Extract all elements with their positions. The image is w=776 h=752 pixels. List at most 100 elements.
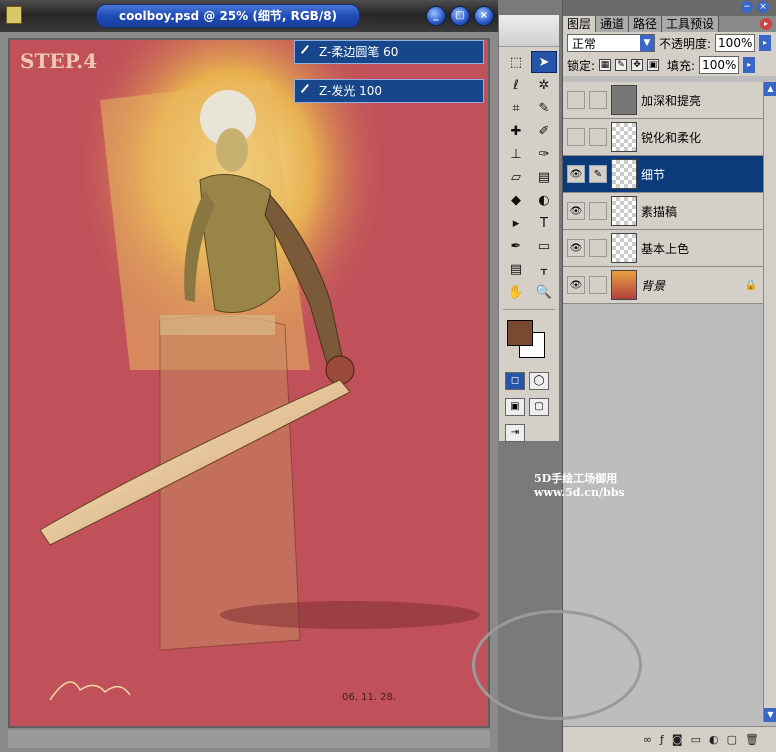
standard-mode-button[interactable]: ◻ xyxy=(505,372,525,390)
eyedropper-icon[interactable]: ᚁ xyxy=(531,258,557,280)
blend-opacity-row: 正常 ▼ 不透明度: 100% ▸ xyxy=(563,32,776,54)
layer-link-icon[interactable] xyxy=(589,239,607,257)
magic-wand-icon[interactable]: ✲ xyxy=(531,74,557,96)
document-statusbar xyxy=(8,730,490,748)
layer-thumbnail xyxy=(611,85,637,115)
layer-row[interactable]: 👁 基本上色 xyxy=(563,230,763,267)
pen-icon[interactable]: ✒ xyxy=(503,235,529,257)
brush-icon[interactable]: ✐ xyxy=(531,120,557,142)
stamp-icon[interactable]: ⊥ xyxy=(503,143,529,165)
opacity-label: 不透明度: xyxy=(659,36,712,51)
watermark-line1: 5D手绘工场御用 xyxy=(534,472,618,485)
eye-icon[interactable]: 👁 xyxy=(567,239,585,257)
path-select-icon[interactable]: ▸ xyxy=(503,212,529,234)
watermark-line2: www.5d.cn/bbs xyxy=(534,486,625,499)
layer-style-icon[interactable]: ƒ xyxy=(660,733,664,746)
lock-pixels-icon[interactable]: ✎ xyxy=(615,59,628,71)
crop-icon[interactable]: ⌗ xyxy=(503,97,529,119)
notes-icon[interactable]: ▤ xyxy=(503,258,529,280)
opacity-slider-icon[interactable]: ▸ xyxy=(759,35,772,51)
document-title: coolboy.psd @ 25% (细节, RGB/8) xyxy=(96,4,360,28)
move-icon[interactable]: ➤ xyxy=(531,51,557,73)
palette-minimize-icon[interactable]: − xyxy=(741,1,753,13)
eraser-icon[interactable]: ▱ xyxy=(503,166,529,188)
hidden-eye-icon[interactable] xyxy=(567,128,585,146)
adjustment-layer-icon[interactable]: ◐ xyxy=(709,733,719,746)
lock-position-icon[interactable]: ✥ xyxy=(631,59,644,71)
layer-row[interactable]: 👁 背景 🔒 xyxy=(563,267,763,304)
blend-mode-select[interactable]: 正常 ▼ xyxy=(567,34,655,52)
canvas-artwork[interactable]: STEP.4 06. 11. 28. xyxy=(10,40,488,726)
palette-close-icon[interactable]: × xyxy=(757,1,769,13)
type-icon[interactable]: T xyxy=(531,212,557,234)
layer-row[interactable]: 加深和提亮 xyxy=(563,82,763,119)
layer-row[interactable]: 👁 素描稿 xyxy=(563,193,763,230)
layer-thumbnail xyxy=(611,196,637,226)
layer-link-icon[interactable] xyxy=(589,128,607,146)
screen-mode-full-button[interactable]: ▢ xyxy=(529,398,549,416)
tab-layers[interactable]: 图层 xyxy=(563,16,597,32)
layer-link-icon[interactable] xyxy=(589,202,607,220)
quickmask-mode-button[interactable]: ◯ xyxy=(529,372,549,390)
document-titlebar[interactable]: coolboy.psd @ 25% (细节, RGB/8) _ □ × xyxy=(0,0,498,32)
eye-icon[interactable]: 👁 xyxy=(567,276,585,294)
layer-mask-icon[interactable]: ◙ xyxy=(672,733,683,746)
paint-brush-icon[interactable]: ✎ xyxy=(589,165,607,183)
step-caption: STEP.4 xyxy=(20,49,97,73)
slice-icon[interactable]: ✎ xyxy=(531,97,557,119)
dodge-icon[interactable]: ◐ xyxy=(531,189,557,211)
layers-scrollbar[interactable]: ▲ ▼ xyxy=(763,82,776,722)
eye-icon[interactable]: 👁 xyxy=(567,165,585,183)
layer-name: 素描稿 xyxy=(641,204,678,219)
scroll-down-icon[interactable]: ▼ xyxy=(764,708,776,722)
fill-input[interactable]: 100% xyxy=(699,56,740,74)
layer-link-icon[interactable] xyxy=(589,91,607,109)
fill-slider-icon[interactable]: ▸ xyxy=(743,57,756,73)
eye-icon[interactable]: 👁 xyxy=(567,202,585,220)
brush-icon xyxy=(300,83,316,99)
new-layer-icon[interactable]: ▢ xyxy=(727,733,737,746)
gradient-icon[interactable]: ▤ xyxy=(531,166,557,188)
zoom-icon[interactable]: 🔍 xyxy=(531,281,557,303)
layers-footer: ∞ ƒ ◙ ▭ ◐ ▢ 🗑 xyxy=(563,726,776,752)
layer-link-icon[interactable] xyxy=(589,276,607,294)
trash-icon[interactable]: 🗑 xyxy=(745,733,759,746)
brush-icon xyxy=(300,44,316,60)
jump-to-imageready-button[interactable]: ⇥ xyxy=(505,424,525,442)
feather-logo-icon[interactable] xyxy=(499,15,559,47)
photoshop-doc-icon xyxy=(6,6,22,24)
shape-icon[interactable]: ▭ xyxy=(531,235,557,257)
marquee-icon[interactable]: ⬚ xyxy=(503,51,529,73)
screen-mode-standard-button[interactable]: ▣ xyxy=(505,398,525,416)
lock-transparency-icon[interactable]: ▦ xyxy=(599,59,612,71)
layer-name: 背景 xyxy=(641,278,666,293)
lock-all-icon[interactable]: ▣ xyxy=(647,59,660,71)
tab-paths[interactable]: 路径 xyxy=(629,16,663,32)
palette-menu-icon[interactable]: ▸ xyxy=(760,18,772,30)
lasso-icon[interactable]: ℓ xyxy=(503,74,529,96)
layer-row[interactable]: 锐化和柔化 xyxy=(563,119,763,156)
tab-channels[interactable]: 通道 xyxy=(596,16,630,32)
history-brush-icon[interactable]: ✑ xyxy=(531,143,557,165)
tab-tool-presets[interactable]: 工具预设 xyxy=(662,16,720,32)
layer-name: 加深和提亮 xyxy=(641,93,702,108)
hidden-eye-icon[interactable] xyxy=(567,91,585,109)
action-label: Z-柔边圆笔 60 xyxy=(319,45,399,59)
action-item[interactable]: Z-柔边圆笔 60 xyxy=(294,40,484,64)
opacity-input[interactable]: 100% xyxy=(715,34,756,52)
action-item[interactable]: Z-发光 100 xyxy=(294,79,484,103)
layer-thumbnail xyxy=(611,270,637,300)
layer-name: 基本上色 xyxy=(641,241,690,256)
scroll-up-icon[interactable]: ▲ xyxy=(764,82,776,96)
layer-row[interactable]: 👁 ✎ 细节 xyxy=(563,156,763,193)
healing-icon[interactable]: ✚ xyxy=(503,120,529,142)
minimize-button[interactable]: _ xyxy=(426,6,446,26)
blur-icon[interactable]: ◆ xyxy=(503,189,529,211)
new-group-icon[interactable]: ▭ xyxy=(691,733,701,746)
foreground-color-swatch[interactable] xyxy=(507,320,533,346)
maximize-button[interactable]: □ xyxy=(450,6,470,26)
close-button[interactable]: × xyxy=(474,6,494,26)
toolbox: ⬚ ➤ ℓ ✲ ⌗ ✎ ✚ ✐ ⊥ ✑ ▱ ▤ ◆ ◐ ▸ T ✒ ▭ ▤ ᚁ ✋ 🔍 ◻ ◯ ▣ ▢ ⇥ xyxy=(498,14,560,442)
hand-icon[interactable]: ✋ xyxy=(503,281,529,303)
link-layers-icon[interactable]: ∞ xyxy=(643,733,652,746)
